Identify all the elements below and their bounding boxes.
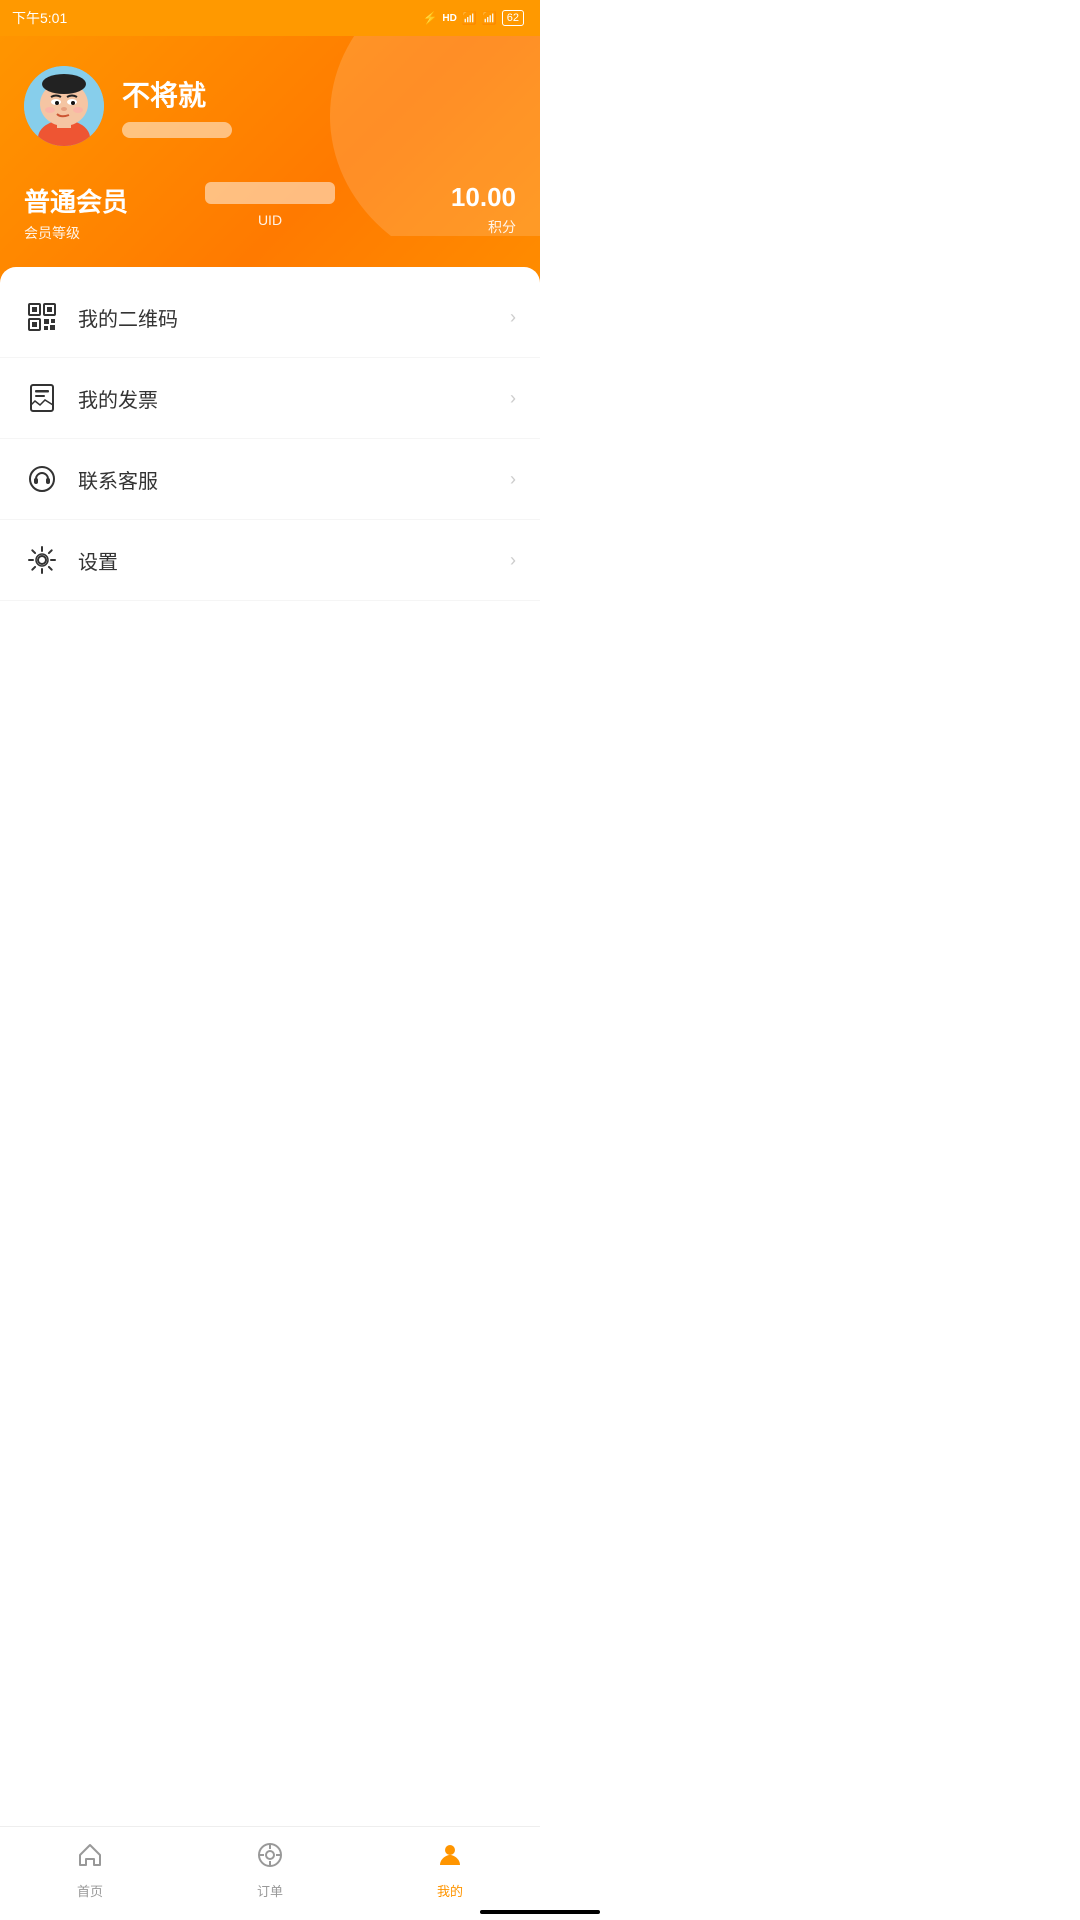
hd-label: HD (442, 13, 456, 24)
menu-item-settings[interactable]: 设置 › (0, 520, 540, 601)
menu-item-qrcode[interactable]: 我的二维码 › (0, 277, 540, 358)
qrcode-arrow: › (510, 307, 516, 328)
profile-info: 不将就 (122, 74, 232, 138)
status-time: 下午5:01 (12, 8, 67, 28)
wifi-icon: 📶 (482, 11, 497, 25)
order-icon (256, 1841, 284, 1876)
mine-icon (436, 1841, 464, 1876)
qrcode-label: 我的二维码 (78, 303, 510, 332)
bluetooth-icon: ⚡ (422, 11, 437, 25)
bg-decoration (310, 36, 540, 236)
uid-placeholder-bar (122, 122, 232, 138)
invoice-label: 我的发票 (78, 384, 510, 413)
service-arrow: › (510, 469, 516, 490)
order-label: 订单 (257, 1881, 283, 1900)
invoice-arrow: › (510, 388, 516, 409)
service-icon (24, 461, 60, 497)
uid-label: UID (258, 212, 282, 228)
battery-icon: 62 (502, 10, 524, 26)
invoice-icon (24, 380, 60, 416)
member-level-label: 会员等级 (24, 223, 80, 243)
settings-arrow: › (510, 550, 516, 571)
member-level-value: 普通会员 (24, 182, 128, 219)
username: 不将就 (122, 74, 232, 114)
profile-header: 不将就 普通会员 会员等级 UID 10.00 积分 (0, 36, 540, 283)
nav-home[interactable]: 首页 (0, 1841, 180, 1900)
nav-order[interactable]: 订单 (180, 1841, 360, 1900)
home-label: 首页 (77, 1881, 103, 1900)
avatar[interactable] (24, 66, 104, 146)
qrcode-icon (24, 299, 60, 335)
menu-item-invoice[interactable]: 我的发票 › (0, 358, 540, 439)
home-indicator (480, 1910, 600, 1914)
member-level-stat: 普通会员 会员等级 (24, 182, 188, 243)
service-label: 联系客服 (78, 465, 510, 494)
mine-label: 我的 (437, 1881, 463, 1900)
status-bar: 下午5:01 ⚡ HD 📶 📶 62 (0, 0, 540, 36)
menu-item-service[interactable]: 联系客服 › (0, 439, 540, 520)
nav-mine[interactable]: 我的 (360, 1841, 540, 1900)
settings-icon (24, 542, 60, 578)
bottom-nav: 首页 订单 我的 (0, 1826, 540, 1920)
settings-label: 设置 (78, 546, 510, 575)
home-icon (76, 1841, 104, 1876)
status-right-icons: ⚡ HD 📶 📶 62 (422, 10, 524, 26)
signal-icon: 📶 (462, 11, 477, 25)
main-content: 我的二维码 › 我的发票 › 联系客服 › (0, 267, 540, 711)
